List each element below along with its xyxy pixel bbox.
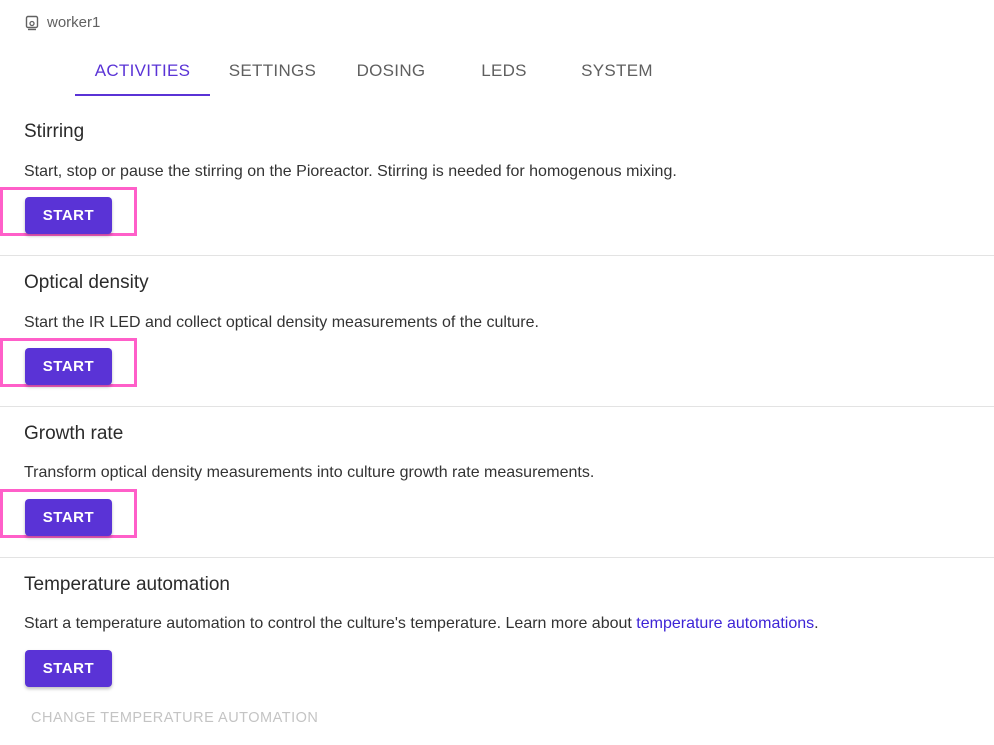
temperature-automations-link[interactable]: temperature automations [636, 615, 814, 632]
stirring-description: Start, stop or pause the stirring on the… [24, 163, 677, 180]
growth-rate-start-button[interactable]: START [25, 499, 112, 536]
tab-activities[interactable]: ACTIVITIES [75, 48, 210, 96]
device-header: worker1 [24, 14, 100, 31]
tab-leds[interactable]: LEDS [447, 48, 561, 94]
optical-density-title: Optical density [24, 272, 149, 293]
temperature-automation-description: Start a temperature automation to contro… [24, 615, 819, 633]
section-divider [0, 557, 994, 558]
stirring-start-button[interactable]: START [25, 197, 112, 234]
temperature-automation-start-button[interactable]: START [25, 650, 112, 687]
tab-system[interactable]: SYSTEM [561, 48, 673, 94]
optical-density-description: Start the IR LED and collect optical den… [24, 314, 539, 331]
optical-density-start-button[interactable]: START [25, 348, 112, 385]
growth-rate-description: Transform optical density measurements i… [24, 464, 595, 481]
stirring-title: Stirring [24, 121, 85, 142]
section-divider [0, 406, 994, 407]
section-divider [0, 255, 994, 256]
device-name: worker1 [47, 14, 101, 31]
tab-bar: ACTIVITIES SETTINGS DOSING LEDS SYSTEM [75, 48, 673, 96]
tab-settings[interactable]: SETTINGS [210, 48, 335, 94]
pioreactor-worker-panel: worker1 ACTIVITIES SETTINGS DOSING LEDS … [0, 0, 994, 745]
growth-rate-title: Growth rate [24, 423, 124, 444]
temperature-automation-title: Temperature automation [24, 574, 230, 595]
tab-dosing[interactable]: DOSING [335, 48, 447, 94]
pioreactor-device-icon [24, 15, 40, 31]
change-temperature-automation-button[interactable]: CHANGE TEMPERATURE AUTOMATION [31, 710, 318, 726]
temperature-automation-description-text: Start a temperature automation to contro… [24, 615, 637, 632]
description-period: . [814, 615, 819, 632]
